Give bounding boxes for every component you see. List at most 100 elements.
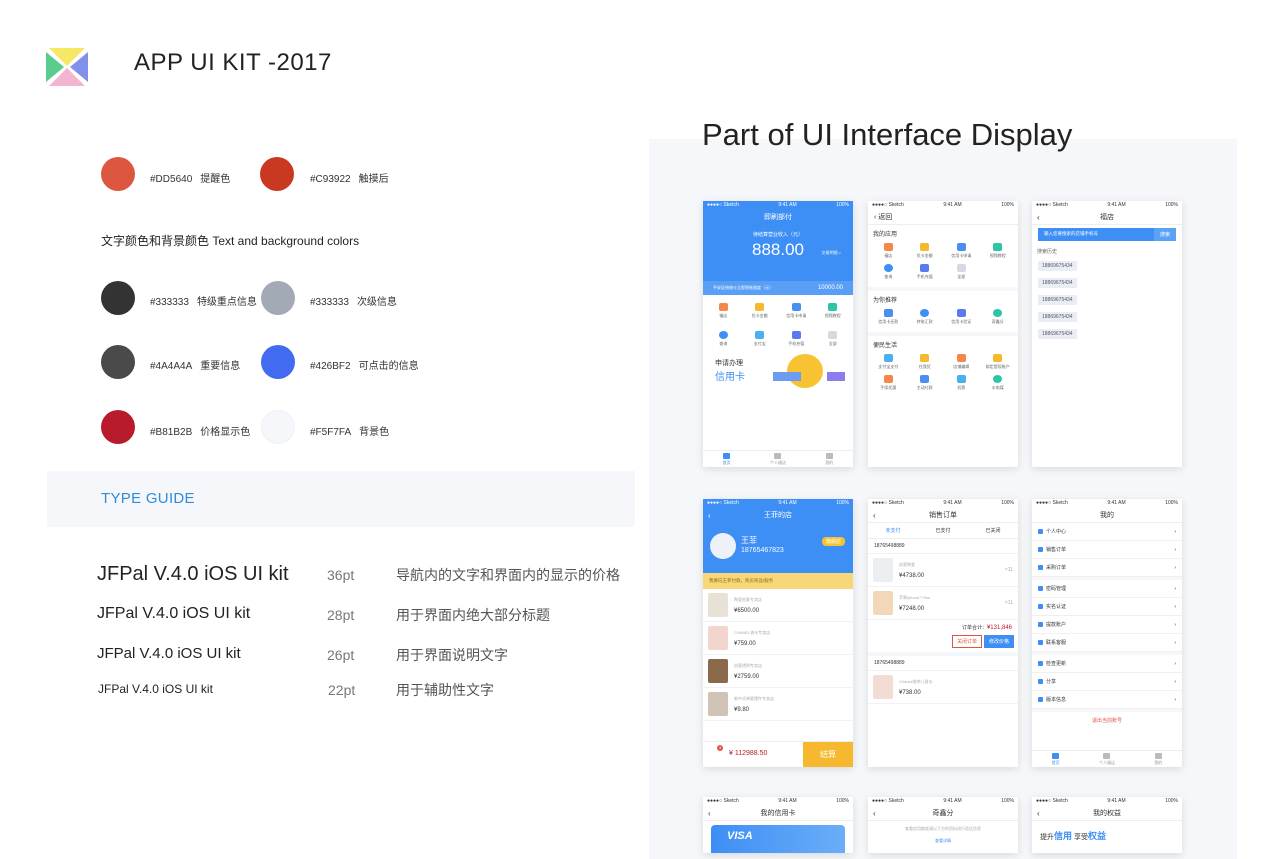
close-order-button[interactable]: 关闭订单 bbox=[951, 635, 982, 648]
type-guide-title: TYPE GUIDE bbox=[101, 490, 195, 507]
section-heading: 为你推荐 bbox=[873, 298, 898, 304]
tab-me[interactable]: 我的 bbox=[825, 453, 833, 467]
color-label: #4A4A4A 重要信息 bbox=[150, 361, 241, 372]
back-icon[interactable]: ‹ bbox=[873, 508, 876, 523]
tab-home[interactable]: 首页 bbox=[723, 453, 731, 467]
back-icon[interactable]: ‹ bbox=[708, 806, 711, 821]
back-icon[interactable]: ‹ bbox=[873, 806, 876, 821]
app-grid: 支付宝支付 任我货 店铺编辑 绑定提现账户 手续优惠 主动付款 机票 水电煤 bbox=[868, 351, 1018, 394]
nav-back[interactable]: ‹ 返回 bbox=[868, 210, 1018, 225]
logout-button[interactable]: 退出当前账号 bbox=[1032, 712, 1182, 729]
menu-item[interactable]: 采购订单 › bbox=[1032, 559, 1182, 577]
search-input[interactable]: 输入您要搜索的店铺手机号 bbox=[1038, 228, 1154, 241]
grid-item[interactable]: 信用卡还款 bbox=[870, 309, 907, 325]
list-item[interactable]: CHANEL香水专卖店 ¥759.00 bbox=[703, 622, 853, 655]
order-item[interactable]: 创意陶瓷 ¥4738.00 ×11 bbox=[868, 554, 1018, 587]
color-swatch bbox=[101, 281, 135, 315]
menu-item[interactable]: 联系客服 › bbox=[1032, 634, 1182, 652]
menu-item[interactable]: 版本信息 › bbox=[1032, 691, 1182, 709]
grid-item[interactable]: 支付宝支付 bbox=[870, 354, 907, 370]
tab-paid[interactable]: 已支付 bbox=[935, 527, 950, 534]
type-sample: JFPal V.4.0 iOS UI kit bbox=[98, 682, 213, 696]
grid-item[interactable]: 机票 bbox=[943, 375, 980, 391]
checkout-button[interactable]: 结算 bbox=[803, 742, 853, 767]
grid-item[interactable]: 店铺编辑 bbox=[943, 354, 980, 370]
back-icon[interactable]: ‹ bbox=[708, 508, 711, 523]
menu-item[interactable]: 实名认证 › bbox=[1032, 598, 1182, 616]
menu-item[interactable]: 提款账户 › bbox=[1032, 616, 1182, 634]
grid-item[interactable]: 手续优惠 bbox=[870, 375, 907, 391]
grid-item[interactable]: 主动付款 bbox=[907, 375, 944, 391]
cart-icon[interactable]: 3 bbox=[703, 742, 729, 767]
screen-orders: ●●●●○ Sketch 9:41 AM 100% ‹ 销售订单 未支付 已支付 已关… bbox=[868, 499, 1018, 767]
grid-item[interactable]: 任我货 bbox=[907, 354, 944, 370]
tab-me[interactable]: 我的 bbox=[1154, 753, 1162, 767]
list-item[interactable]: 新中式禅意摆件专卖店 ¥9.80 bbox=[703, 688, 853, 721]
grid-item[interactable]: 福店 bbox=[870, 243, 907, 259]
tab-home[interactable]: 首页 bbox=[1052, 753, 1060, 767]
grid-item[interactable]: 优卡金额 bbox=[742, 303, 779, 319]
grid-item[interactable]: 奇鑫分 bbox=[980, 309, 1017, 325]
kit-title: APP UI KIT -2017 bbox=[134, 49, 332, 76]
back-icon[interactable]: ‹ bbox=[1037, 806, 1040, 821]
grid-item[interactable]: 优卡金额 bbox=[907, 243, 944, 259]
score-link[interactable]: 查看详情 bbox=[868, 838, 1018, 844]
nav-title: ‹ 王菲的店 bbox=[703, 508, 853, 523]
grid-item[interactable]: 查询 bbox=[870, 264, 907, 280]
grid-item[interactable]: 信用卡验证 bbox=[943, 309, 980, 325]
menu-item[interactable]: 密码管理 › bbox=[1032, 580, 1182, 598]
history-item[interactable]: 18869675434 bbox=[1038, 329, 1077, 339]
grid-item[interactable]: 福店 bbox=[705, 303, 742, 319]
order-item[interactable]: 苹果iphone7 Plus ¥7248.00 ×11 bbox=[868, 587, 1018, 620]
grid-item[interactable]: 绑定提现账户 bbox=[980, 354, 1017, 370]
tab-unpaid[interactable]: 未支付 bbox=[885, 527, 900, 534]
text-colors-heading: 文字颜色和背景颜色 Text and background colors bbox=[101, 234, 360, 248]
type-size: 28pt bbox=[327, 607, 355, 623]
history-item[interactable]: 18869675434 bbox=[1038, 312, 1077, 322]
tab-bar: 首页 个人福店 我的 bbox=[1032, 750, 1182, 767]
nav-title: ‹ 奇鑫分 bbox=[868, 806, 1018, 821]
color-label: #333333 特级重点信息 bbox=[150, 297, 257, 308]
screen-me: ●●●●○ Sketch 9:41 AM 100% 我的 个人中心 › 销售订单 › 采… bbox=[1032, 499, 1182, 767]
menu-item[interactable]: 销售订单 › bbox=[1032, 541, 1182, 559]
back-icon[interactable]: ‹ bbox=[1037, 210, 1040, 225]
history-item[interactable]: 18869675434 bbox=[1038, 278, 1077, 288]
type-sample: JFPal V.4.0 iOS UI kit bbox=[97, 605, 251, 622]
edit-price-button[interactable]: 修改价格 bbox=[983, 635, 1014, 648]
status-bar: ●●●●○ Sketch 9:41 AM 100% bbox=[1036, 202, 1178, 208]
search-button[interactable]: 搜索 bbox=[1153, 228, 1176, 241]
color-swatch bbox=[101, 157, 135, 191]
detail-link[interactable]: 交易明细 > bbox=[822, 250, 841, 256]
grid-item[interactable]: 水电煤 bbox=[980, 375, 1017, 391]
type-size: 26pt bbox=[327, 647, 355, 663]
store-badge: 旗舰店 bbox=[821, 537, 845, 546]
tab-store[interactable]: 个人福店 bbox=[770, 453, 786, 467]
grid-item[interactable]: 全部 bbox=[815, 331, 852, 347]
tab-store[interactable]: 个人福店 bbox=[1099, 753, 1115, 767]
history-item[interactable]: 18869675434 bbox=[1038, 261, 1077, 271]
menu-item[interactable]: 个人中心 › bbox=[1032, 523, 1182, 541]
grid-item[interactable]: 查询 bbox=[705, 331, 742, 347]
grid-item[interactable]: 支付宝 bbox=[742, 331, 779, 347]
list-item[interactable]: 陶瓷创意专卖店 ¥6500.00 bbox=[703, 589, 853, 622]
grid-item[interactable]: 视频教程 bbox=[815, 303, 852, 319]
order-item[interactable]: Chanel/香奈儿香水 ¥738.00 bbox=[868, 671, 1018, 704]
grid-item[interactable]: 全部 bbox=[943, 264, 980, 280]
grid-item[interactable]: 手机充值 bbox=[907, 264, 944, 280]
credit-promo[interactable]: 申请办理 信用卡 bbox=[703, 354, 853, 394]
notice-bar: 我要向王菲付款，购买商品/服务 bbox=[703, 573, 853, 589]
grid-item[interactable]: 转账汇款 bbox=[907, 309, 944, 325]
screen-all-apps: ●●●●○ Sketch 9:41 AM 100% ‹ 返回 我的应用 福店 优卡金… bbox=[868, 201, 1018, 467]
grid-item[interactable]: 信用卡申请 bbox=[943, 243, 980, 259]
menu-item[interactable]: 分享 › bbox=[1032, 673, 1182, 691]
menu-item[interactable]: 检查更新 › bbox=[1032, 655, 1182, 673]
tab-closed[interactable]: 已关闭 bbox=[985, 527, 1000, 534]
grid-item[interactable]: 手机充值 bbox=[778, 331, 815, 347]
grid-item[interactable]: 视频教程 bbox=[980, 243, 1017, 259]
type-desc: 用于界面内绝大部分标题 bbox=[396, 607, 550, 623]
history-item[interactable]: 18869675434 bbox=[1038, 295, 1077, 305]
grid-item[interactable]: 信用卡申请 bbox=[778, 303, 815, 319]
nav-title: ‹ 福店 bbox=[1032, 210, 1182, 225]
list-item[interactable]: 创意透明专卖店 ¥2759.00 bbox=[703, 655, 853, 688]
visa-card[interactable]: VISA bbox=[711, 825, 845, 853]
